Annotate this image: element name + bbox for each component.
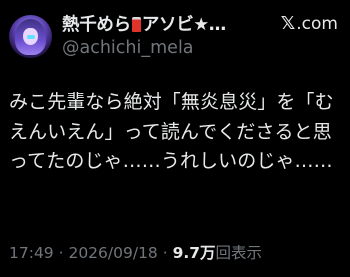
display-name[interactable]: 熱千めら アソビ★…: [62, 11, 226, 36]
tweet-meta: 17:49 · 2026/09/18 · 9.7万回表示: [9, 241, 262, 263]
x-com-link[interactable]: 𝕏.com: [281, 13, 338, 34]
meta-separator: ·: [53, 244, 69, 262]
x-logo-icon: 𝕏: [280, 13, 296, 34]
tweet-card: 熱千めら アソビ★… @achichi_mela 𝕏.com みこ先輩なら絶対「無…: [0, 0, 350, 277]
display-name-start: 熱千めら: [62, 15, 131, 35]
view-label: 回表示: [215, 244, 263, 262]
tweet-time[interactable]: 17:49: [9, 244, 54, 262]
view-count: 9.7万: [172, 244, 216, 262]
avatar-visor: [27, 35, 35, 39]
x-com-label: .com: [296, 14, 338, 34]
tweet-text: みこ先輩なら絶対「無炎息災」を「むえんいえん」って読んでくださると思ってたのじゃ…: [9, 91, 334, 172]
avatar[interactable]: [9, 15, 52, 58]
display-name-end: アソビ★…: [141, 15, 227, 35]
fire-extinguisher-icon: [131, 17, 141, 32]
user-handle[interactable]: @achichi_mela: [62, 38, 194, 58]
meta-separator-2: ·: [157, 244, 173, 262]
tweet-date[interactable]: 2026/09/18: [68, 244, 157, 262]
